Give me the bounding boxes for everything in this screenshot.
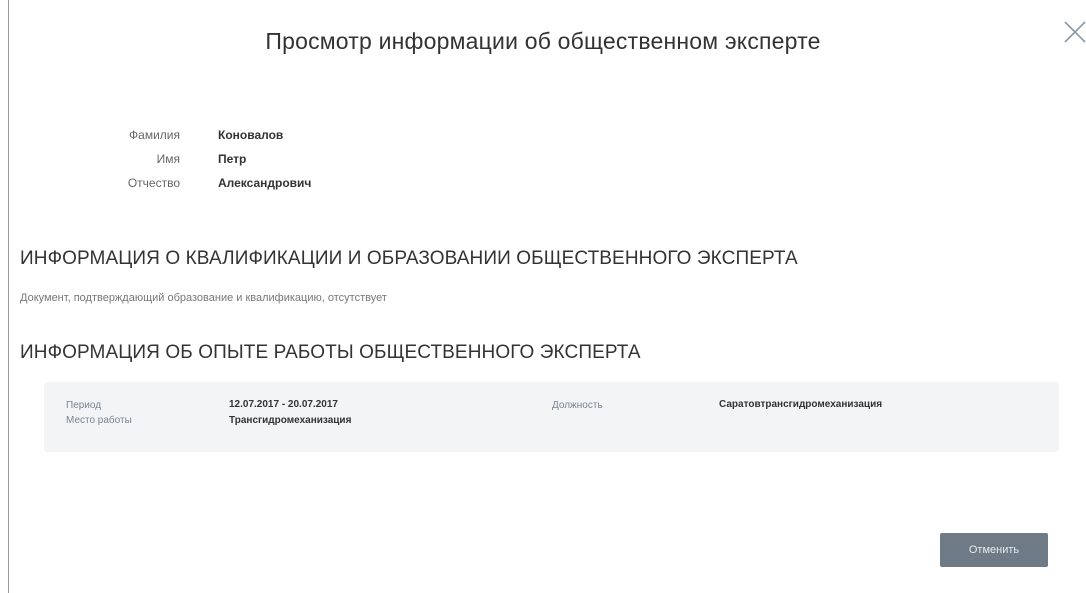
name-value: Петр: [218, 152, 247, 166]
dialog-title: Просмотр информации об общественном эксп…: [265, 28, 821, 54]
expert-info-dialog: Просмотр информации об общественном эксп…: [0, 0, 1086, 593]
surname-value: Коновалов: [218, 128, 284, 142]
workplace-label: Место работы: [66, 415, 132, 426]
patronymic-label: Отчество: [127, 176, 180, 190]
patronymic-value: Александрович: [218, 176, 312, 190]
workplace-value: Трансгидромеханизация: [229, 415, 352, 426]
dialog-left-border: [8, 0, 9, 593]
period-label: Период: [66, 400, 102, 411]
qualification-heading: ИНФОРМАЦИЯ О КВАЛИФИКАЦИИ И ОБРАЗОВАНИИ …: [20, 248, 798, 269]
qualification-note: Документ, подтверждающий образование и к…: [20, 292, 387, 304]
position-value: Саратовтрансгидромеханизация: [719, 399, 883, 410]
cancel-button[interactable]: Отменить: [940, 533, 1048, 567]
name-label: Имя: [156, 152, 180, 166]
work-experience-card: Период 12.07.2017 - 20.07.2017 Место раб…: [44, 382, 1059, 452]
surname-label: Фамилия: [129, 128, 180, 142]
experience-heading: ИНФОРМАЦИЯ ОБ ОПЫТЕ РАБОТЫ ОБЩЕСТВЕННОГО…: [20, 342, 641, 363]
position-label: Должность: [552, 400, 603, 411]
close-button[interactable]: [1061, 18, 1086, 44]
close-icon: [1064, 21, 1086, 43]
period-value: 12.07.2017 - 20.07.2017: [229, 399, 338, 410]
